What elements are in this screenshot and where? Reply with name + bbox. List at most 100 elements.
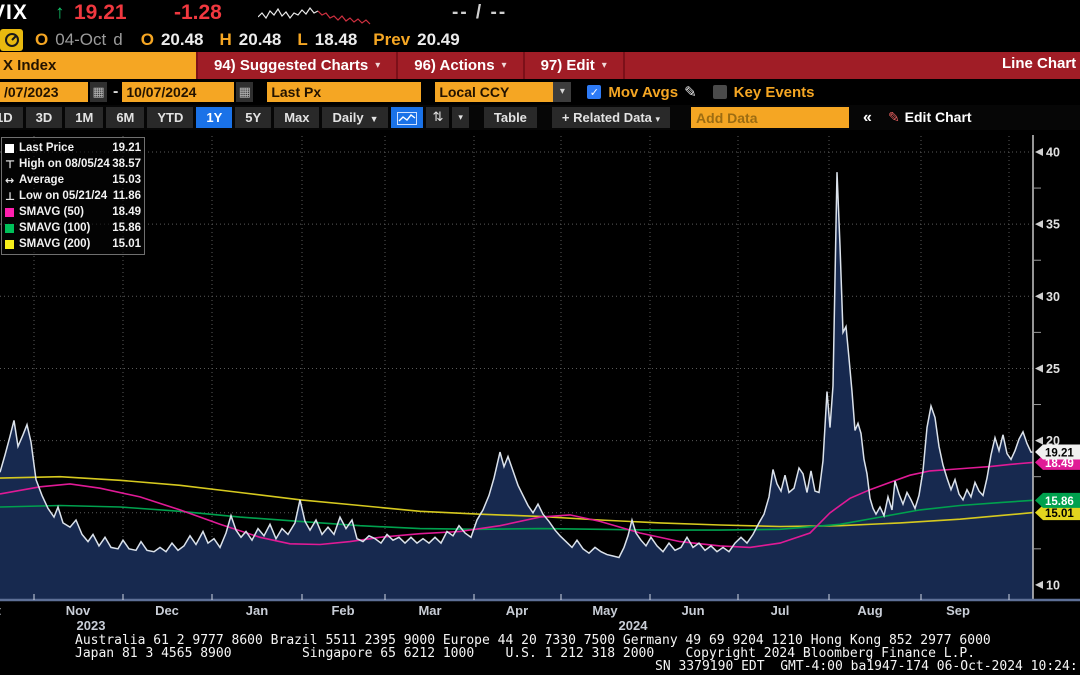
range-button-1y[interactable]: 1Y <box>196 107 232 128</box>
date-from-input[interactable] <box>0 82 88 102</box>
smavg200-swatch-icon <box>5 240 19 249</box>
line-chart-type-button[interactable] <box>391 107 423 128</box>
svg-text:25: 25 <box>1046 362 1060 376</box>
smavg50-swatch-icon <box>5 208 19 217</box>
range-button-6m[interactable]: 6M <box>106 107 144 128</box>
menu-items: 94) Suggested Charts▾96) Actions▾97) Edi… <box>196 52 625 79</box>
add-data-input[interactable] <box>691 107 849 128</box>
svg-text:18.49: 18.49 <box>1045 458 1074 470</box>
smavg100-swatch-icon <box>5 224 19 233</box>
up-arrow-icon: ↑ <box>55 2 65 24</box>
legend-value: 18.49 <box>112 206 141 218</box>
range-button-1d[interactable]: 1D <box>0 107 23 128</box>
edit-chart-button[interactable]: ✎Edit Chart <box>888 109 972 126</box>
range-button-3d[interactable]: 3D <box>26 107 63 128</box>
x-axis-label: Mar <box>418 603 441 618</box>
x-axis-label: Jul <box>771 603 790 618</box>
date-range-dash: - <box>113 83 118 101</box>
frequency-label: d <box>113 30 122 50</box>
periodicity-button[interactable]: Daily▼ <box>322 107 388 128</box>
prev-value: 20.49 <box>417 30 460 50</box>
range-button-ytd[interactable]: YTD <box>147 107 193 128</box>
legend-value: 15.86 <box>112 222 141 234</box>
x-axis-label: Nov <box>66 603 91 618</box>
open-label: O <box>141 30 154 50</box>
legend-label: Average <box>19 174 112 186</box>
chart-controls-row: ▦ - ▦ Last Px Local CCY ▾ ✓ Mov Avgs ✎ K… <box>0 79 1080 105</box>
x-axis-label: Feb <box>331 603 354 618</box>
svg-text:35: 35 <box>1046 218 1060 232</box>
range-buttons: 1D3D1M6MYTD1Y5YMax <box>0 107 322 128</box>
low-value: 18.48 <box>315 30 358 50</box>
price-chart[interactable]: 4035302520151015.0115.8618.4919.21OctNov… <box>0 130 1080 635</box>
prev-label: Prev <box>373 30 410 50</box>
intraday-sparkline <box>258 3 378 25</box>
x-axis-label: Jun <box>681 603 704 618</box>
calendar-icon[interactable]: ▦ <box>236 82 253 102</box>
price-change-value: -1.28 <box>174 1 222 25</box>
pencil-icon: ✎ <box>888 109 900 125</box>
gauge-icon[interactable] <box>0 29 23 51</box>
legend-value: 15.03 <box>112 174 141 186</box>
high-marker-icon: ⊤ <box>5 158 19 171</box>
currency-field[interactable]: Local CCY <box>435 82 553 102</box>
bid-ask-placeholder: -- / -- <box>452 2 507 24</box>
legend-value: 15.01 <box>112 238 141 250</box>
legend-label: High on 08/05/24 <box>19 158 112 170</box>
security-header-row: VIX ↑ 19.21 -1.28 -- / -- <box>0 0 1080 27</box>
legend-label: SMAVG (100) <box>19 222 112 234</box>
legend-value: 19.21 <box>112 142 141 154</box>
chevron-down-icon: ▾ <box>602 60 607 71</box>
high-value: 20.48 <box>239 30 282 50</box>
legend-label: SMAVG (50) <box>19 206 112 218</box>
chevron-down-icon: ▼ <box>370 114 379 124</box>
collapse-panel-button[interactable]: « <box>857 108 878 128</box>
mov-avgs-checkbox[interactable]: ✓ <box>587 85 601 99</box>
legend-row: SMAVG (100)15.86 <box>5 220 141 236</box>
compare-arrows-icon[interactable]: ⇅ <box>426 107 449 128</box>
ohlc-row: O 04-Oct d O 20.48 H 20.48 L 18.48 Prev … <box>0 27 1080 52</box>
last-price-value: 19.21 <box>74 1 127 25</box>
low-marker-icon: ⊥ <box>5 190 19 203</box>
terminal-footer: Australia 61 2 9777 8600 Brazil 5511 239… <box>0 631 1080 675</box>
menu-actions[interactable]: 96) Actions▾ <box>398 52 524 79</box>
legend-row: ⊥Low on 05/21/2411.86 <box>5 188 141 204</box>
ticker-symbol: VIX <box>0 1 28 25</box>
calendar-icon[interactable]: ▦ <box>90 82 107 102</box>
date-to-input[interactable] <box>122 82 234 102</box>
legend-row: SMAVG (200)15.01 <box>5 236 141 252</box>
legend-label: Low on 05/21/24 <box>19 190 113 202</box>
footer-session-info: SN 3379190 EDT GMT-4:00 ba1947-174 06-Oc… <box>655 659 1078 674</box>
range-button-max[interactable]: Max <box>274 107 319 128</box>
range-button-5y[interactable]: 5Y <box>235 107 271 128</box>
chevron-down-icon: ▾ <box>375 60 380 71</box>
chevron-down-icon: ▾ <box>502 60 507 71</box>
svg-text:19.21: 19.21 <box>1045 447 1074 459</box>
svg-text:15.01: 15.01 <box>1045 508 1074 520</box>
x-axis-label: Aug <box>857 603 882 618</box>
x-axis-label: Sep <box>946 603 970 618</box>
legend-label: SMAVG (200) <box>19 238 112 250</box>
menu-suggested-charts[interactable]: 94) Suggested Charts▾ <box>196 52 398 79</box>
high-label: H <box>220 30 232 50</box>
legend-row: ↔Average15.03 <box>5 172 141 188</box>
price-source-field[interactable]: Last Px <box>267 82 421 102</box>
svg-text:10: 10 <box>1046 578 1060 592</box>
table-button[interactable]: Table <box>484 107 537 128</box>
menu-edit[interactable]: 97) Edit▾ <box>525 52 625 79</box>
legend-label: Last Price <box>19 142 112 154</box>
related-data-button[interactable]: + Related Data ▾ <box>552 107 670 128</box>
legend-row: Last Price19.21 <box>5 140 141 156</box>
security-input[interactable]: X Index <box>0 52 196 79</box>
edit-mov-avgs-pencil-icon[interactable]: ✎ <box>684 83 697 101</box>
key-events-checkbox[interactable] <box>713 85 727 99</box>
range-button-1m[interactable]: 1M <box>65 107 103 128</box>
mov-avgs-label: Mov Avgs <box>608 84 678 101</box>
quote-date: 04-Oct <box>55 30 106 50</box>
chart-toolbar: 1D3D1M6MYTD1Y5YMax Daily▼ ⇅ ▾ Table + Re… <box>0 105 1080 130</box>
low-label: L <box>297 30 307 50</box>
x-axis-label: Apr <box>506 603 528 618</box>
chart-options-caret[interactable]: ▾ <box>452 107 469 128</box>
currency-dropdown-caret[interactable]: ▾ <box>553 82 571 102</box>
svg-text:40: 40 <box>1046 146 1060 160</box>
